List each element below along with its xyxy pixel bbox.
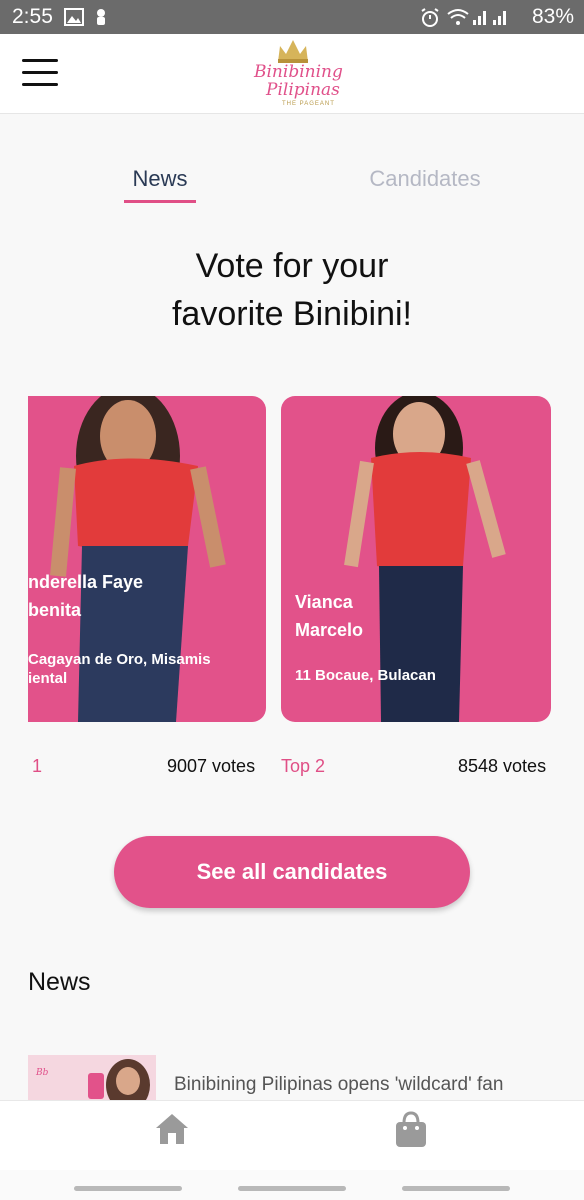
active-tab-indicator bbox=[124, 200, 196, 203]
candidate-card[interactable]: Vianca Marcelo 11 Bocaue, Bulacan bbox=[281, 396, 551, 722]
news-thumbnail[interactable]: Bb bbox=[28, 1055, 156, 1101]
see-all-candidates-button[interactable]: See all candidates bbox=[114, 836, 470, 908]
news-section-title: News bbox=[28, 968, 91, 996]
status-time: 2:55 bbox=[12, 5, 53, 28]
tab-candidates[interactable]: Candidates bbox=[360, 166, 490, 192]
tab-news[interactable]: News bbox=[122, 166, 198, 192]
shopping-bag-icon[interactable] bbox=[394, 1111, 428, 1149]
recent-apps-handle[interactable] bbox=[74, 1186, 182, 1191]
news-item-title[interactable]: Binibining Pilipinas opens 'wildcard' fa… bbox=[174, 1074, 503, 1096]
page-title: Vote for your favorite Binibini! bbox=[0, 242, 584, 338]
crown-icon bbox=[278, 40, 308, 63]
bottom-navigation bbox=[0, 1100, 584, 1170]
candidate-name: nderella Faye benita bbox=[28, 572, 144, 620]
svg-text:Bb: Bb bbox=[35, 1068, 49, 1078]
logo-text-line2: Pilipinas bbox=[266, 80, 340, 100]
title-line2: favorite Binibini! bbox=[171, 295, 412, 333]
candidate-location: Cagayan de Oro, Misamis iental bbox=[28, 651, 211, 687]
home-icon[interactable] bbox=[154, 1111, 190, 1147]
system-gesture-bar bbox=[0, 1170, 584, 1200]
candidate-rank: Top 2 bbox=[281, 756, 326, 776]
alarm-icon bbox=[421, 8, 439, 27]
signal-icon-2 bbox=[493, 11, 506, 25]
status-bar: 2:55 83% bbox=[0, 0, 584, 34]
candidate-location: 11 Bocaue, Bulacan bbox=[295, 667, 436, 684]
battery-level: 83% bbox=[531, 5, 574, 28]
signal-icon bbox=[473, 11, 486, 25]
wifi-icon bbox=[447, 9, 469, 25]
candidate-rank: 1 bbox=[32, 756, 43, 776]
notification-icon bbox=[97, 9, 105, 25]
home-handle[interactable] bbox=[238, 1186, 346, 1191]
title-line1: Vote for your bbox=[195, 247, 389, 285]
candidate-name: Vianca Marcelo bbox=[295, 592, 364, 640]
brand-logo: Binibining Pilipinas THE PAGEANT bbox=[252, 38, 343, 110]
logo-text-line1: Binibining bbox=[254, 62, 343, 82]
app-bar: Binibining Pilipinas THE PAGEANT bbox=[0, 34, 584, 114]
back-handle[interactable] bbox=[402, 1186, 510, 1191]
candidate-votes: 9007 votes bbox=[167, 756, 256, 776]
gallery-icon bbox=[64, 8, 84, 26]
logo-text-line3: THE PAGEANT bbox=[282, 101, 335, 107]
candidate-votes: 8548 votes bbox=[458, 756, 547, 776]
candidate-card[interactable]: nderella Faye benita Cagayan de Oro, Mis… bbox=[28, 396, 266, 722]
menu-icon[interactable] bbox=[22, 56, 60, 90]
